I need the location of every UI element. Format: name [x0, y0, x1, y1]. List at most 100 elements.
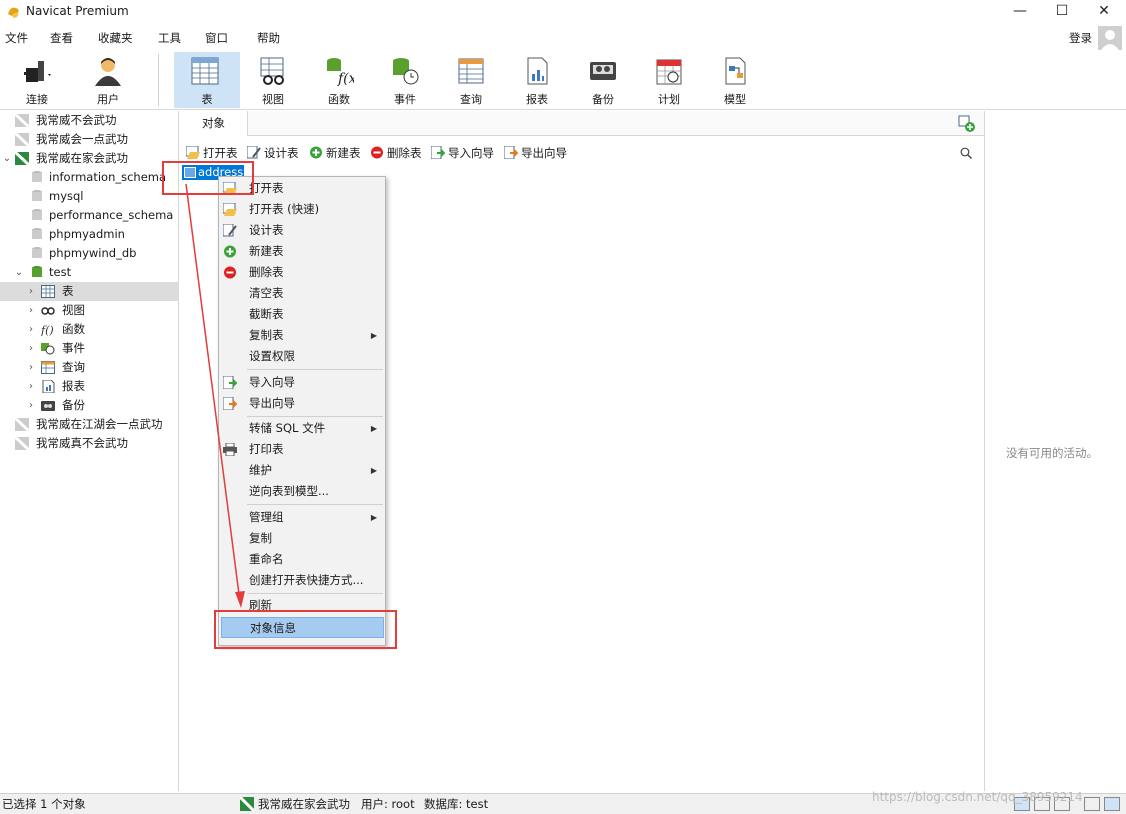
open-table-icon	[186, 146, 200, 159]
navicat-logo-icon	[8, 7, 19, 18]
main-toolbar: 连接 用户 表 视图 f(x) 函数 事件	[0, 50, 1126, 110]
delete-icon	[371, 146, 383, 159]
toolbar-backup-button[interactable]: 备份	[572, 52, 634, 108]
toolbar-event-button[interactable]: 事件	[374, 52, 436, 108]
toolbar-view-label: 视图	[262, 93, 284, 106]
tree-label: 报表	[62, 379, 85, 393]
new-tab-icon[interactable]	[958, 115, 976, 133]
toolbar-function-button[interactable]: f(x) 函数	[308, 52, 370, 108]
submenu-arrow-icon: ▶	[370, 424, 377, 433]
tree-item-functions[interactable]: › f() 函数	[0, 320, 179, 339]
tree-label: 函数	[62, 322, 85, 336]
tree-item-reports[interactable]: › 报表	[0, 377, 179, 396]
chevron-right-icon[interactable]: ›	[26, 358, 36, 377]
login-link[interactable]: 登录	[1069, 30, 1092, 46]
toolbar-event-label: 事件	[394, 93, 416, 106]
event-icon	[41, 343, 55, 355]
export-wizard-button[interactable]: 导出向导	[504, 142, 567, 164]
tree-item-backups[interactable]: › 备份	[0, 396, 179, 415]
tree-label: test	[49, 265, 72, 279]
tree-database[interactable]: phpmywind_db	[0, 244, 179, 263]
tree-database[interactable]: phpmyadmin	[0, 225, 179, 244]
maximize-button[interactable]: ☐	[1040, 0, 1084, 24]
view-icon	[41, 307, 55, 315]
menu-label: 逆向表到模型...	[249, 484, 329, 498]
info-panel-toggle-icon[interactable]	[1104, 797, 1120, 811]
toolbar-report-button[interactable]: 报表	[506, 52, 568, 108]
svg-text:f(): f()	[41, 324, 54, 336]
import-wizard-label: 导入向导	[448, 146, 494, 160]
minimize-button[interactable]: —	[998, 0, 1042, 24]
search-icon[interactable]	[960, 147, 972, 159]
user-icon	[95, 58, 121, 86]
tree-label: 视图	[62, 303, 85, 317]
connection-open-icon	[15, 152, 29, 165]
toolbar-view-button[interactable]: 视图	[242, 52, 304, 108]
tree-label: information_schema	[49, 170, 167, 184]
menu-favorites[interactable]: 收藏夹	[96, 28, 135, 48]
toolbar-model-button[interactable]: 模型	[704, 52, 766, 108]
connection-closed-icon	[15, 418, 29, 431]
chevron-right-icon[interactable]: ›	[26, 320, 36, 339]
open-table-label: 打开表	[203, 146, 238, 160]
submenu-arrow-icon: ▶	[370, 466, 377, 475]
toolbar-query-button[interactable]: 查询	[440, 52, 502, 108]
tree-connection[interactable]: 我常威不会武功	[0, 111, 179, 130]
avatar-icon[interactable]	[1098, 26, 1122, 50]
menu-window[interactable]: 窗口	[203, 28, 230, 48]
design-table-button[interactable]: 设计表	[247, 142, 299, 164]
no-activity-text: 没有可用的活动。	[1006, 446, 1098, 460]
tree-label: performance_schema	[49, 208, 174, 222]
tree-label: 表	[62, 284, 74, 298]
chevron-right-icon[interactable]: ›	[26, 377, 36, 396]
toolbar-schedule-button[interactable]: 计划	[638, 52, 700, 108]
database-open-icon	[32, 266, 42, 277]
new-table-button[interactable]: 新建表	[309, 142, 361, 164]
toolbar-schedule-label: 计划	[658, 93, 680, 106]
tree-connection-open[interactable]: ⌄ 我常威在家会武功	[0, 149, 179, 168]
tree-item-tables[interactable]: › 表	[0, 282, 179, 301]
tree-connection[interactable]: 我常威真不会武功	[0, 434, 179, 453]
panel-toggle-icon[interactable]	[1084, 797, 1100, 811]
tree-item-queries[interactable]: › 查询	[0, 358, 179, 377]
delete-table-label: 删除表	[387, 146, 422, 160]
tree-label: 我常威在家会武功	[36, 151, 128, 165]
tree-database[interactable]: mysql	[0, 187, 179, 206]
chevron-right-icon[interactable]: ›	[26, 301, 36, 320]
view-icon	[260, 57, 284, 85]
chevron-down-icon[interactable]: ⌄	[2, 149, 12, 168]
tree-connection[interactable]: 我常威在江湖会一点武功	[0, 415, 179, 434]
backup-icon	[590, 62, 616, 80]
function-icon: f()	[41, 324, 54, 336]
menu-view[interactable]: 查看	[48, 28, 75, 48]
connection-open-icon	[240, 797, 254, 811]
annotation-arrow-icon	[185, 183, 245, 608]
menu-tools[interactable]: 工具	[156, 28, 183, 48]
close-button[interactable]: ✕	[1082, 0, 1126, 24]
tree-connection[interactable]: 我常威会一点武功	[0, 130, 179, 149]
toolbar-backup-label: 备份	[592, 93, 614, 106]
tree-database-open[interactable]: ⌄ test	[0, 263, 179, 282]
tab-objects[interactable]: 对象	[180, 111, 248, 136]
chevron-down-icon[interactable]: ⌄	[14, 263, 24, 282]
tree-item-events[interactable]: › 事件	[0, 339, 179, 358]
menu-separator	[247, 504, 383, 505]
chevron-right-icon[interactable]: ›	[26, 282, 36, 301]
tree-item-views[interactable]: › 视图	[0, 301, 179, 320]
toolbar-connection-button[interactable]: 连接	[6, 52, 68, 108]
menu-help[interactable]: 帮助	[255, 28, 282, 48]
toolbar-table-button[interactable]: 表	[174, 52, 240, 108]
chevron-right-icon[interactable]: ›	[26, 339, 36, 358]
import-wizard-button[interactable]: 导入向导	[431, 142, 494, 164]
toolbar-user-button[interactable]: 用户	[77, 52, 139, 108]
toolbar-query-label: 查询	[460, 93, 482, 106]
model-icon	[725, 57, 746, 85]
chevron-right-icon[interactable]: ›	[26, 396, 36, 415]
menu-file[interactable]: 文件	[3, 28, 30, 48]
tree-label: 我常威真不会武功	[36, 436, 128, 450]
table-icon	[41, 285, 55, 298]
database-status: 数据库: test	[424, 797, 489, 811]
delete-table-button[interactable]: 删除表	[370, 142, 422, 164]
tree-database[interactable]: performance_schema	[0, 206, 179, 225]
tree-database[interactable]: information_schema	[0, 168, 179, 187]
